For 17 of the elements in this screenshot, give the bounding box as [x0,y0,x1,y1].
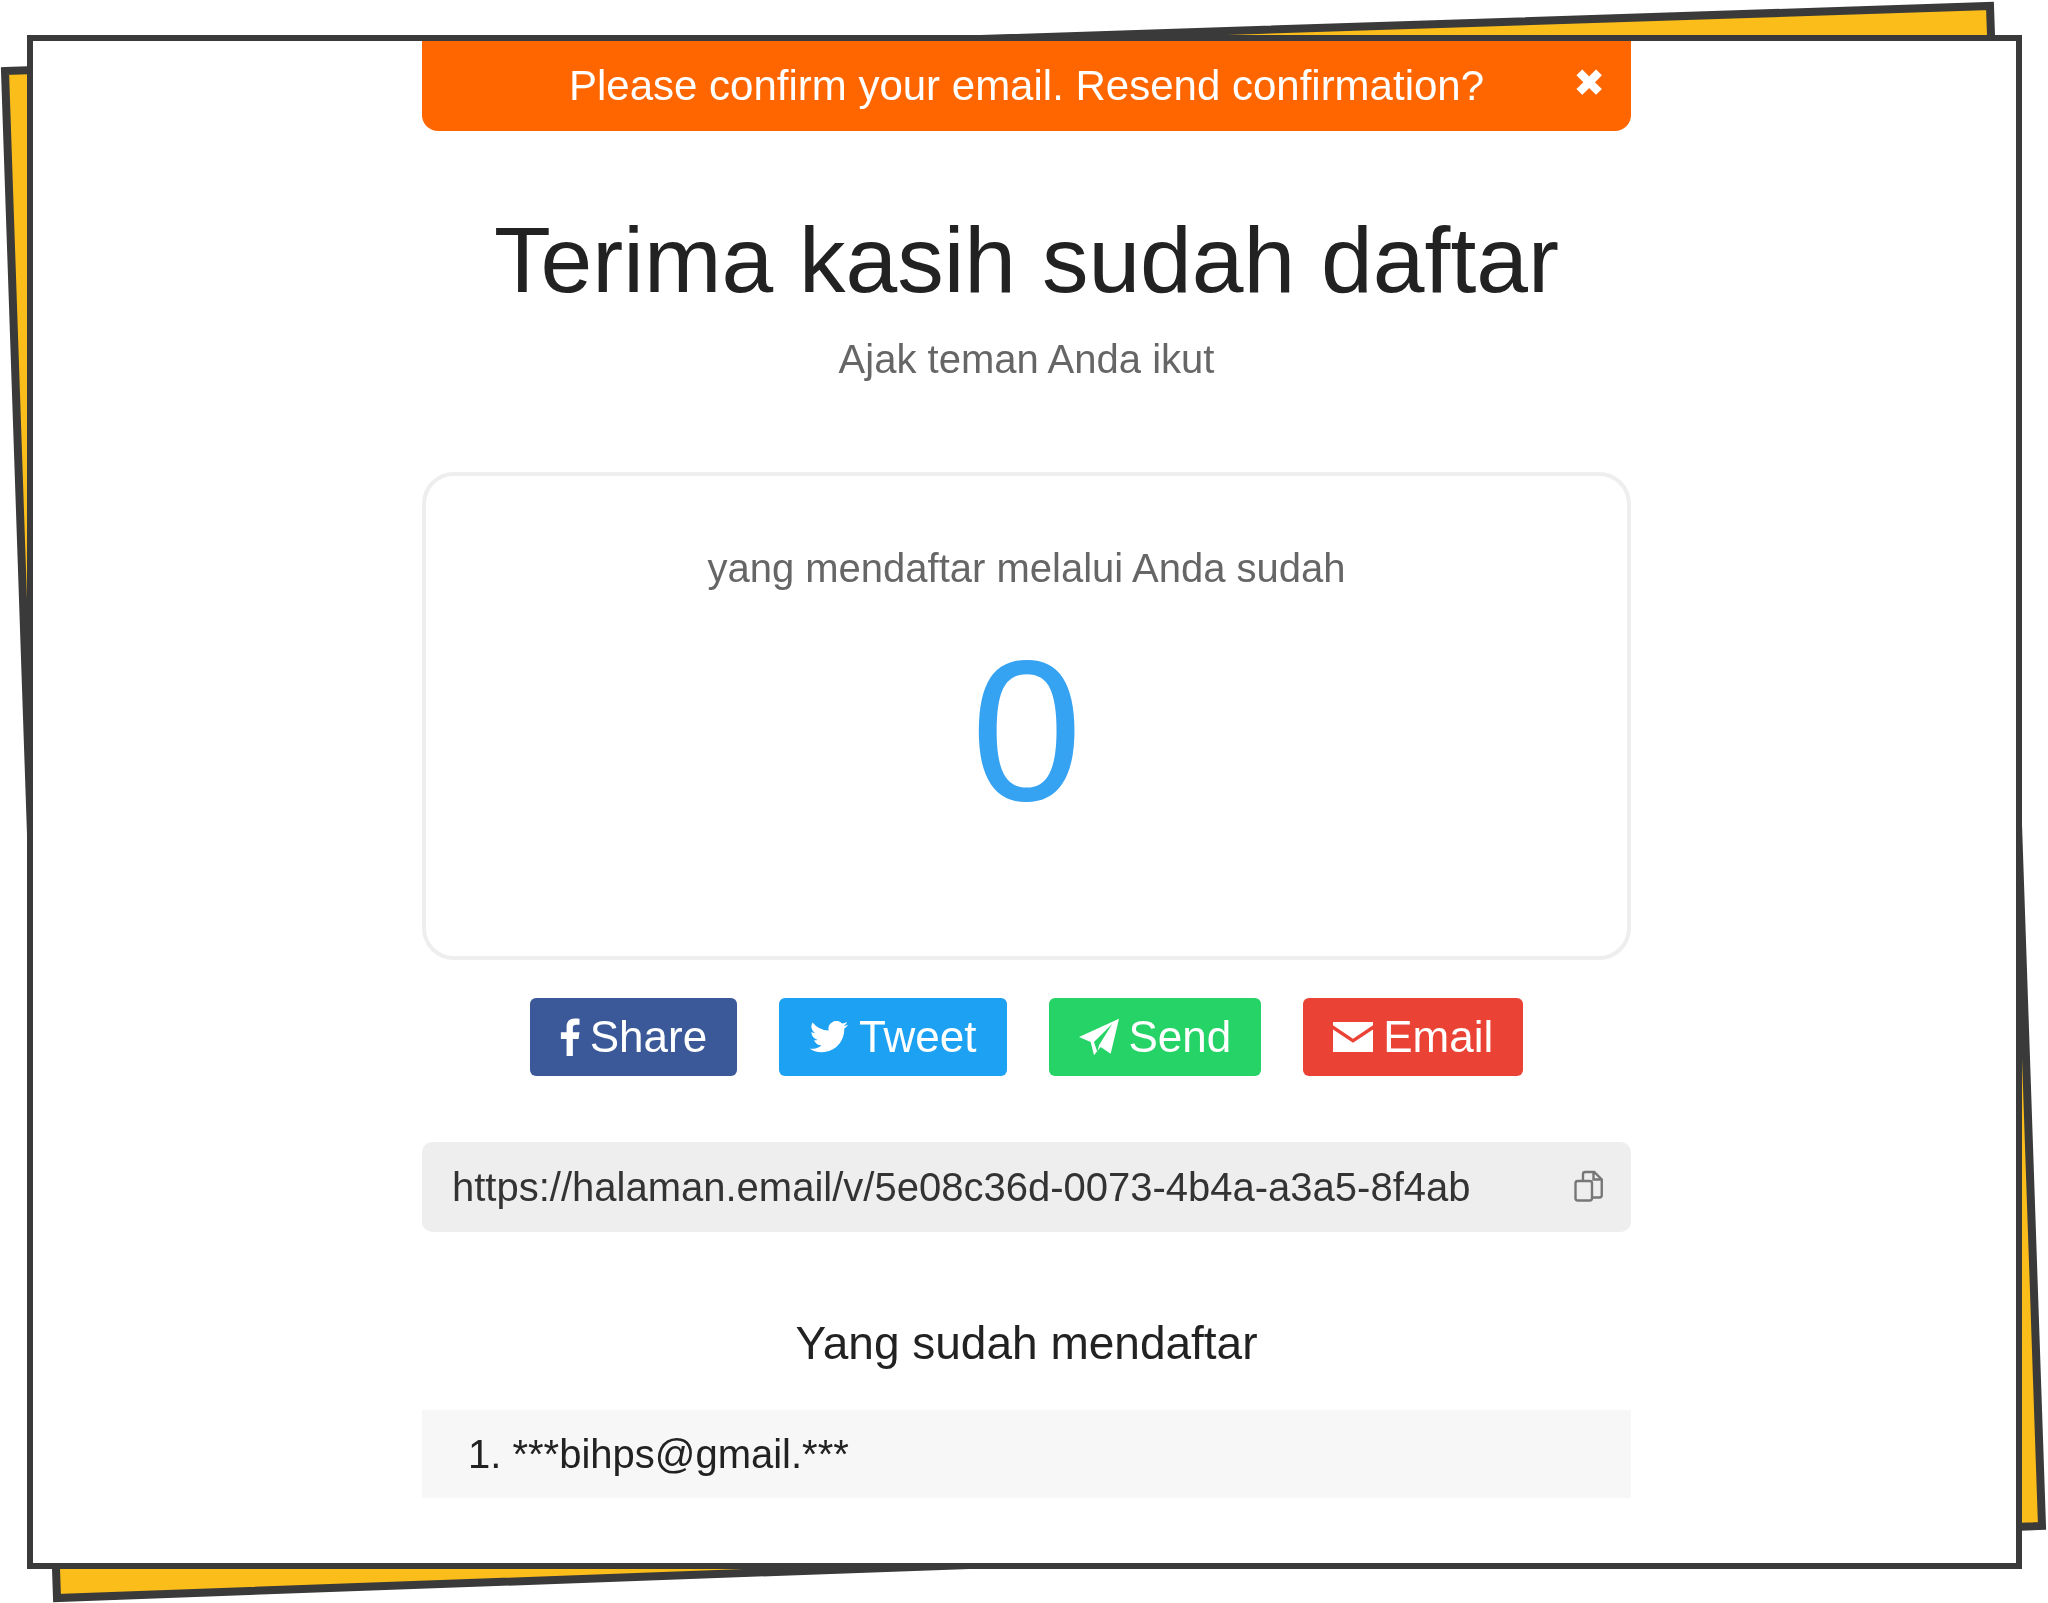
link-field[interactable]: https://halaman.email/v/5e08c36d-0073-4b4a-a3a5-8f4ab [422,1142,1631,1233]
counter-label: yang mendaftar melalui Anda sudah [707,546,1346,592]
counter-value: 0 [970,631,1083,832]
send-button[interactable]: Send [1048,998,1262,1077]
tweet-button[interactable]: Tweet [779,998,1007,1077]
envelope-icon [1333,1022,1374,1053]
close-button[interactable]: ✖ [1569,61,1609,105]
page-title: Terima kasih sudah daftar [493,209,1560,312]
section-heading: Yang sudah mendaftar [794,1316,1259,1371]
share-button[interactable]: Share [529,998,738,1077]
paper-plane-icon [1078,1018,1119,1057]
bird-icon [809,1021,850,1054]
subtitle: Ajak teman Anda ikut [837,337,1216,383]
banner-message[interactable]: Please confirm your email. Resend confirmation? [568,62,1485,110]
facebook-icon [559,1018,580,1057]
signup-entry: 1. ***bihps@gmail.*** [468,1431,849,1477]
email-button[interactable]: Email [1303,998,1524,1077]
